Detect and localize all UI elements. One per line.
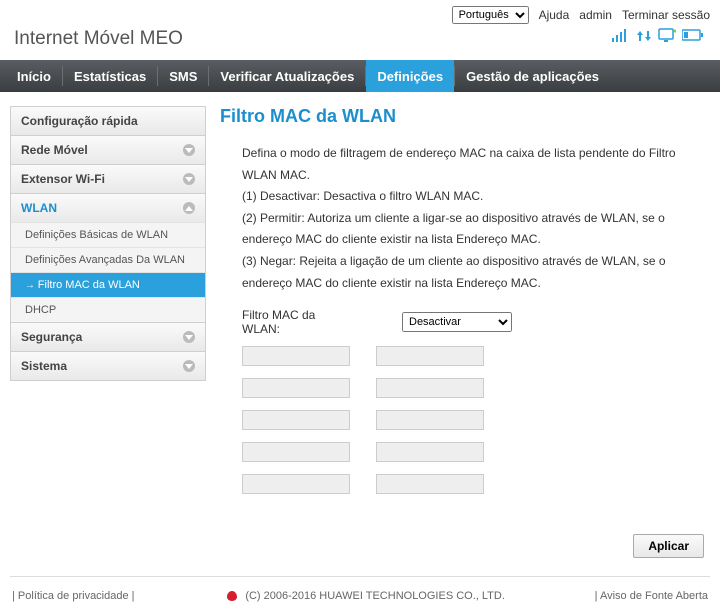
filter-label: Filtro MAC da WLAN:: [242, 308, 352, 336]
signal-icon: [612, 28, 630, 42]
mac-input-1[interactable]: [376, 346, 484, 366]
mac-input-6[interactable]: [242, 442, 350, 462]
sidebar-section-segurança[interactable]: Segurança: [11, 323, 205, 351]
nav-gestão-de-aplicações[interactable]: Gestão de aplicações: [455, 60, 610, 92]
page-title: Filtro MAC da WLAN: [220, 106, 704, 127]
monitor-icon: [658, 28, 676, 42]
footer: | Política de privacidade | (C) 2006-201…: [0, 585, 720, 613]
privacy-link[interactable]: Política de privacidade: [18, 590, 129, 602]
navbar: InícioEstatísticasSMSVerificar Atualizaç…: [0, 60, 720, 92]
status-icons: [612, 28, 704, 42]
description: Defina o modo de filtragem de endereço M…: [242, 143, 704, 294]
mac-input-3[interactable]: [376, 378, 484, 398]
sidebar-section-configuração-rápida[interactable]: Configuração rápida: [11, 107, 205, 135]
main-panel: Filtro MAC da WLAN Defina o modo de filt…: [220, 106, 710, 558]
chevron-icon: [183, 202, 195, 214]
sidebar-section-sistema[interactable]: Sistema: [11, 352, 205, 380]
sidebar-section-rede-móvel[interactable]: Rede Móvel: [11, 136, 205, 164]
mac-input-0[interactable]: [242, 346, 350, 366]
chevron-icon: [183, 331, 195, 343]
sidebar-section-extensor-wi-fi[interactable]: Extensor Wi-Fi: [11, 165, 205, 193]
chevron-icon: [183, 360, 195, 372]
updown-icon: [636, 28, 652, 42]
sidebar-item-definições-básicas-de-wlan[interactable]: Definições Básicas de WLAN: [11, 222, 205, 247]
copyright-text: (C) 2006-2016 HUAWEI TECHNOLOGIES CO., L…: [245, 590, 505, 602]
sidebar-item-dhcp[interactable]: DHCP: [11, 297, 205, 322]
nav-estatísticas[interactable]: Estatísticas: [63, 60, 157, 92]
open-source-link[interactable]: Aviso de Fonte Aberta: [600, 590, 708, 602]
nav-definições[interactable]: Definições: [366, 60, 454, 92]
mac-filter-select[interactable]: Desactivar: [402, 312, 512, 332]
help-link[interactable]: Ajuda: [539, 8, 570, 22]
chevron-icon: [183, 144, 195, 156]
language-select[interactable]: Português: [452, 6, 529, 24]
nav-verificar-atualizações[interactable]: Verificar Atualizações: [209, 60, 365, 92]
mac-input-8[interactable]: [242, 474, 350, 494]
sidebar-section-wlan[interactable]: WLAN: [11, 194, 205, 222]
sidebar-item-filtro-mac-da-wlan[interactable]: Filtro MAC da WLAN: [11, 272, 205, 297]
mac-input-2[interactable]: [242, 378, 350, 398]
mac-input-4[interactable]: [242, 410, 350, 430]
chevron-icon: [183, 173, 195, 185]
logout-link[interactable]: Terminar sessão: [622, 8, 710, 22]
apply-button[interactable]: Aplicar: [633, 534, 704, 558]
mac-input-9[interactable]: [376, 474, 484, 494]
huawei-logo-icon: [224, 589, 240, 603]
nav-sms[interactable]: SMS: [158, 60, 208, 92]
mac-input-7[interactable]: [376, 442, 484, 462]
nav-início[interactable]: Início: [6, 60, 62, 92]
divider: [10, 576, 710, 577]
user-link[interactable]: admin: [579, 8, 612, 22]
mac-input-5[interactable]: [376, 410, 484, 430]
battery-icon: [682, 29, 704, 41]
mac-input-grid: [242, 346, 704, 494]
sidebar-item-definições-avançadas-da-wlan[interactable]: Definições Avançadas Da WLAN: [11, 247, 205, 272]
sidebar: Configuração rápidaRede MóvelExtensor Wi…: [10, 106, 206, 558]
